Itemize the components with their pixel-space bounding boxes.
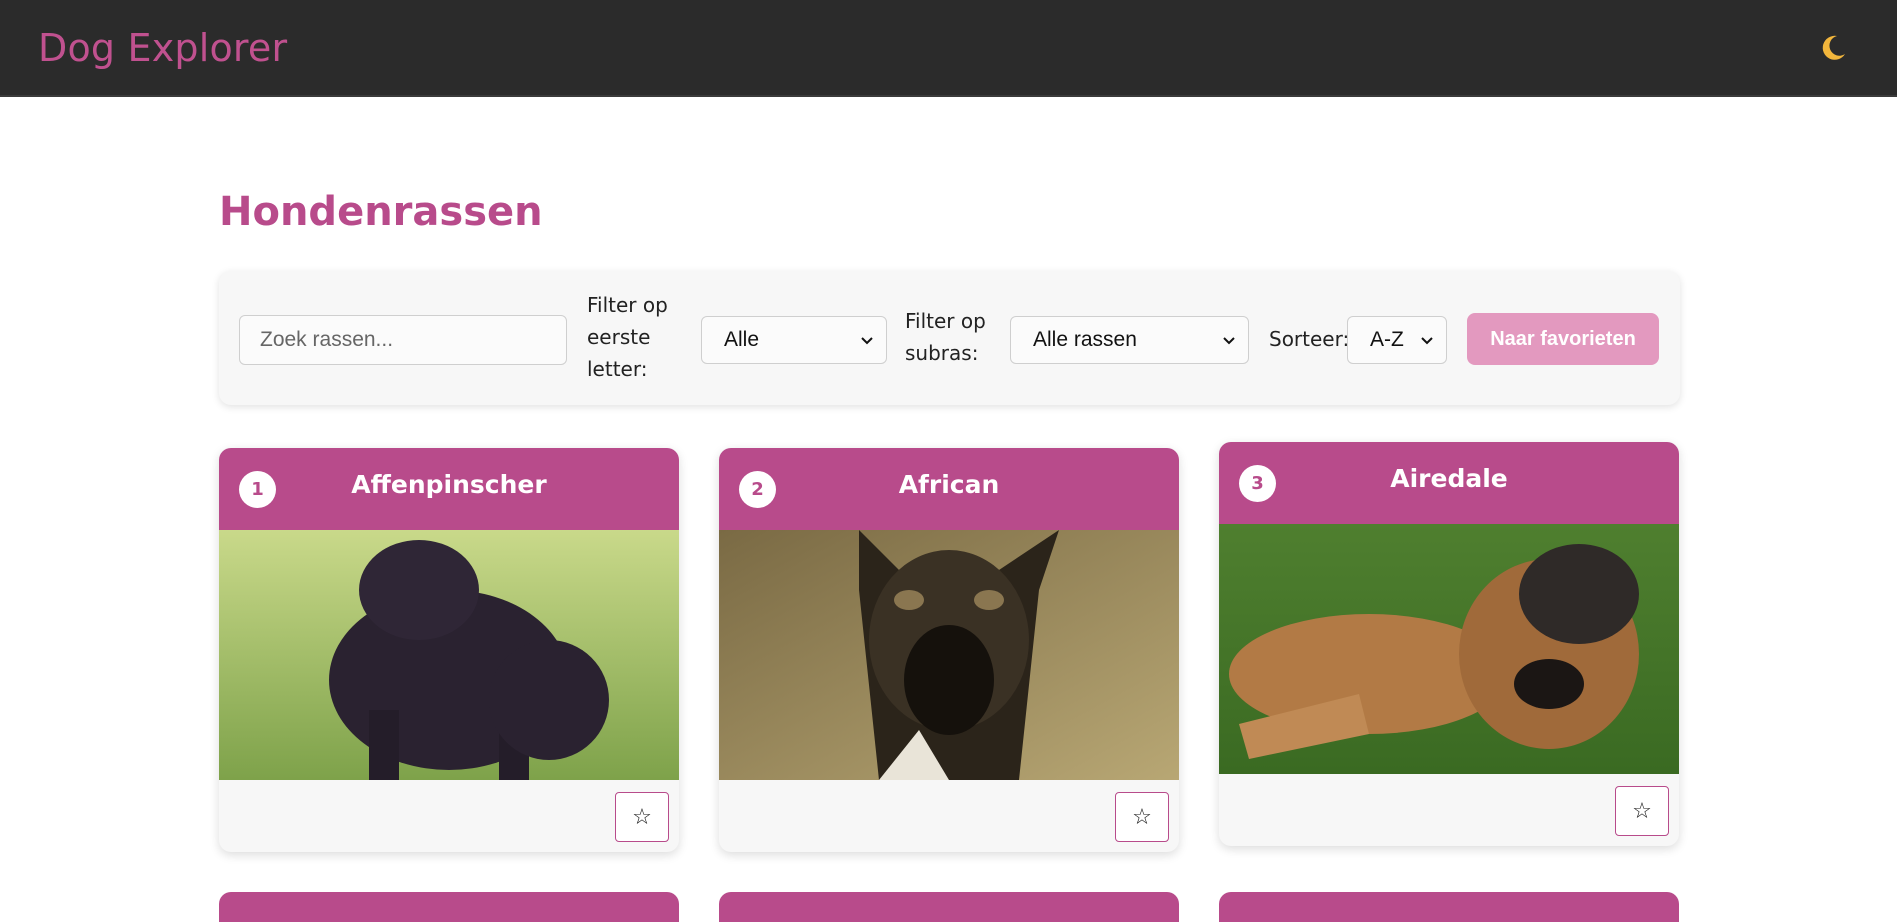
breed-name: African <box>898 470 1000 499</box>
breed-card-peek <box>219 892 679 922</box>
breed-image <box>219 530 679 780</box>
card-header: 3 Airedale <box>1219 442 1679 524</box>
filter-bar: Filter op eerste letter: Alle Filter op … <box>219 271 1680 405</box>
favorite-button[interactable]: ☆ <box>1615 786 1669 836</box>
breed-card[interactable]: 3 Airedale ☆ <box>1219 442 1679 846</box>
letter-filter-value: Alle <box>724 328 760 351</box>
breed-card-peek <box>719 892 1179 922</box>
label-line: Filter op <box>905 309 986 333</box>
breed-name: Affenpinscher <box>351 470 547 499</box>
star-outline-icon: ☆ <box>1632 798 1652 824</box>
chevron-down-icon <box>1421 337 1433 345</box>
theme-toggle-button[interactable] <box>1813 28 1853 68</box>
top-navbar: Dog Explorer <box>0 0 1897 97</box>
app-title[interactable]: Dog Explorer <box>38 26 287 70</box>
breed-card-peek <box>1219 892 1679 922</box>
breed-card[interactable]: 1 Affenpinscher ☆ <box>219 448 679 852</box>
label-line: letter: <box>587 357 648 381</box>
breed-image <box>719 530 1179 780</box>
subbreed-filter-label: Filter op subras: <box>905 305 986 369</box>
label-line: subras: <box>905 341 979 365</box>
breed-image <box>1219 524 1679 774</box>
favorite-button[interactable]: ☆ <box>615 792 669 842</box>
letter-filter-select[interactable]: Alle <box>701 316 887 364</box>
star-outline-icon: ☆ <box>632 804 652 830</box>
breed-card[interactable]: 2 African ☆ <box>719 448 1179 852</box>
letter-filter-label: Filter op eerste letter: <box>587 289 668 385</box>
chevron-down-icon <box>861 337 873 345</box>
label-line: eerste <box>587 325 651 349</box>
label-line: Filter op <box>587 293 668 317</box>
subbreed-filter-select[interactable]: Alle rassen <box>1010 316 1249 364</box>
moon-icon <box>1822 35 1845 60</box>
subbreed-filter-value: Alle rassen <box>1033 328 1137 351</box>
search-input[interactable] <box>239 315 567 365</box>
chevron-down-icon <box>1223 337 1235 345</box>
card-header: 2 African <box>719 448 1179 530</box>
page-title: Hondenrassen <box>219 189 543 235</box>
breed-name: Airedale <box>1390 464 1508 493</box>
card-header: 1 Affenpinscher <box>219 448 679 530</box>
favorite-button[interactable]: ☆ <box>1115 792 1169 842</box>
star-outline-icon: ☆ <box>1132 804 1152 830</box>
sort-label: Sorteer: <box>1269 327 1350 351</box>
go-to-favorites-button[interactable]: Naar favorieten <box>1467 313 1659 365</box>
sort-select[interactable]: A-Z <box>1347 316 1447 364</box>
sort-value: A-Z <box>1370 328 1404 351</box>
